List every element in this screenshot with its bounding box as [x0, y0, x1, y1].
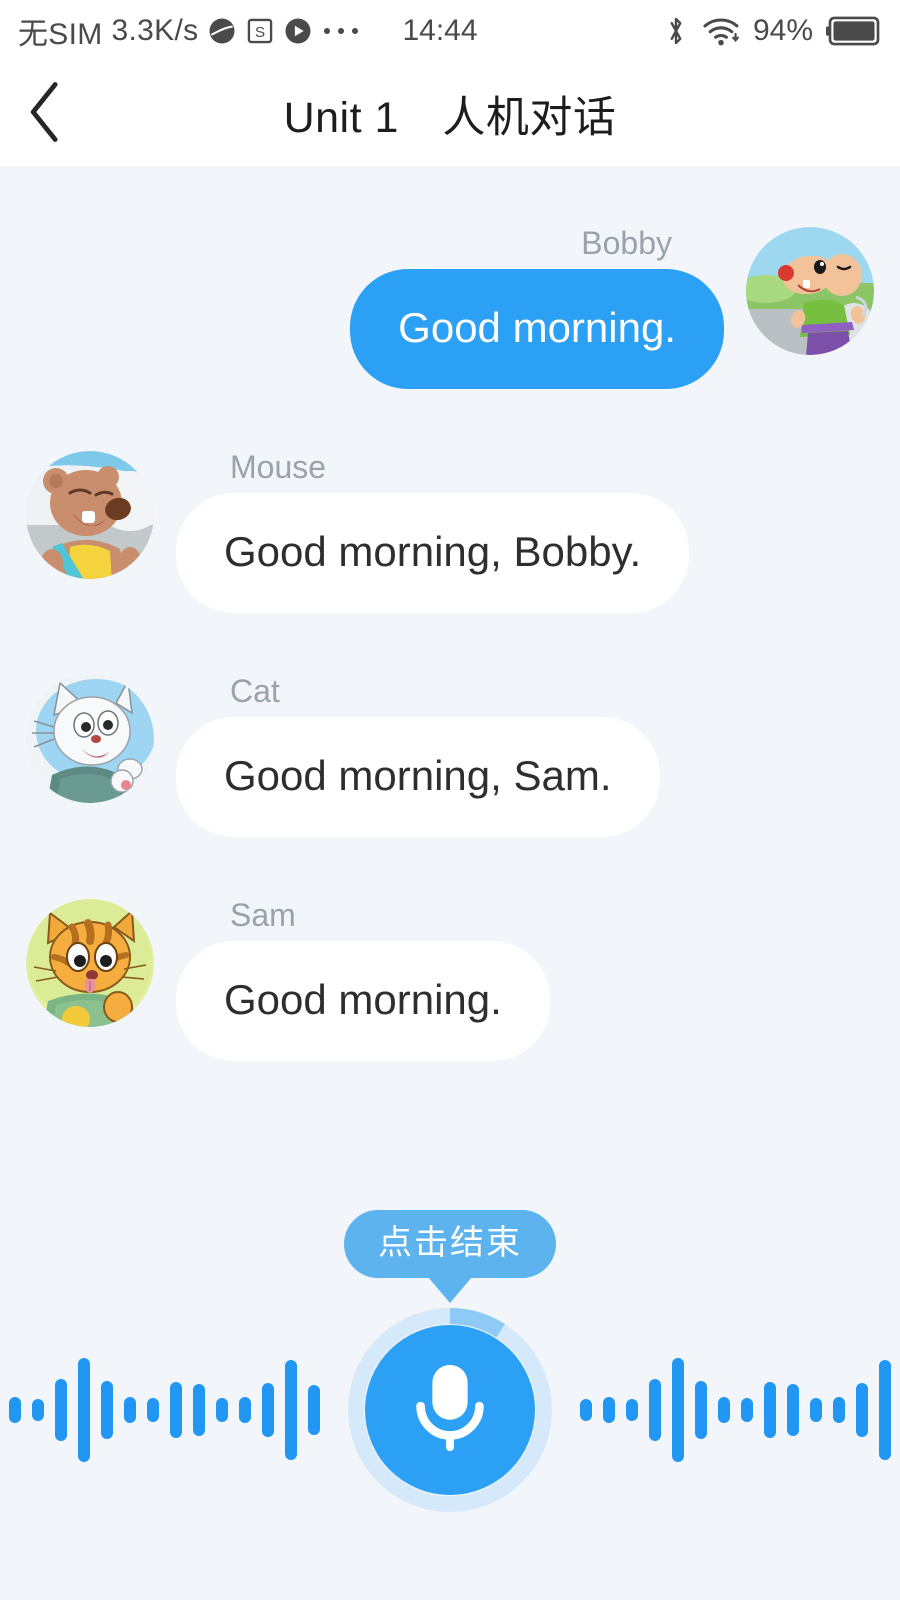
mic-button[interactable]	[348, 1308, 552, 1512]
wifi-icon	[702, 15, 740, 47]
wave-bar	[879, 1360, 891, 1460]
battery-icon	[826, 16, 882, 46]
message-bubble-cat[interactable]: Good morning, Sam.	[176, 717, 660, 837]
wave-bar	[32, 1399, 44, 1421]
wave-bar	[78, 1358, 90, 1462]
message-bubble-sam[interactable]: Good morning.	[176, 941, 550, 1061]
message-bubble-mouse[interactable]: Good morning, Bobby.	[176, 493, 690, 613]
wave-bar	[147, 1398, 159, 1422]
message-row-sam: Sam Good morning.	[0, 899, 900, 1061]
status-bar-right: 94%	[663, 14, 882, 48]
recorder-panel: 点击结束	[0, 1200, 900, 1600]
wave-bar	[787, 1384, 799, 1436]
message-bubble-bobby[interactable]: Good morning.	[350, 269, 724, 389]
wave-bar	[649, 1379, 661, 1441]
message-row-cat: Cat Good morning, Sam.	[0, 675, 900, 837]
wave-bar	[124, 1397, 136, 1423]
battery-percent-label: 94%	[752, 14, 813, 47]
wave-bar	[856, 1383, 868, 1437]
wave-bar	[833, 1397, 845, 1423]
back-button[interactable]	[0, 62, 92, 167]
conversation-list: Bobby Good morning. Mouse Good morning, …	[0, 167, 900, 1600]
wave-bar	[603, 1397, 615, 1423]
message-content-mouse: Mouse Good morning, Bobby.	[176, 449, 690, 613]
browser-icon	[207, 16, 237, 46]
wave-bar	[626, 1399, 638, 1421]
status-bar: 无SIM 3.3K/s S 14:44 94%	[0, 0, 900, 62]
svg-text:S: S	[255, 24, 265, 41]
wave-bar	[193, 1384, 205, 1436]
avatar-mouse[interactable]	[26, 451, 154, 579]
wave-bar	[810, 1398, 822, 1422]
sogou-icon: S	[246, 17, 274, 45]
avatar-bobby[interactable]	[746, 227, 874, 355]
bluetooth-icon	[663, 14, 689, 48]
avatar-cat[interactable]	[26, 675, 154, 803]
wave-bar	[695, 1381, 707, 1439]
speaker-name-cat: Cat	[230, 673, 280, 709]
wave-bar	[170, 1382, 182, 1438]
waveform-left	[0, 1350, 320, 1470]
carrier-label: 无SIM	[18, 18, 103, 51]
speaker-name-sam: Sam	[230, 897, 296, 933]
tooltip-arrow	[428, 1277, 472, 1303]
wave-bar	[672, 1358, 684, 1462]
page-header: Unit 1 人机对话	[0, 62, 900, 167]
wave-bar	[239, 1397, 251, 1423]
wave-bar	[285, 1360, 297, 1460]
message-content-sam: Sam Good morning.	[176, 899, 550, 1061]
mic-area	[0, 1308, 900, 1512]
message-content-cat: Cat Good morning, Sam.	[176, 675, 660, 837]
recorder-tooltip: 点击结束	[344, 1210, 556, 1303]
wave-bar	[718, 1397, 730, 1423]
wave-bar	[55, 1379, 67, 1441]
wave-bar	[9, 1397, 21, 1423]
status-bar-left: 无SIM 3.3K/s S	[18, 9, 360, 53]
speaker-name-mouse: Mouse	[230, 449, 327, 485]
page-title: Unit 1 人机对话	[283, 94, 617, 142]
waveform-right	[580, 1350, 900, 1470]
chevron-left-icon	[23, 79, 69, 150]
message-row-bobby: Bobby Good morning.	[0, 227, 900, 389]
mic-button-face	[365, 1325, 535, 1495]
message-row-mouse: Mouse Good morning, Bobby.	[0, 451, 900, 613]
wave-bar	[580, 1399, 592, 1421]
speaker-name-bobby: Bobby	[581, 225, 672, 261]
microphone-icon	[405, 1359, 495, 1462]
wave-bar	[101, 1381, 113, 1439]
recorder-tooltip-label[interactable]: 点击结束	[344, 1210, 556, 1278]
wave-bar	[216, 1398, 228, 1422]
message-content-bobby: Bobby Good morning.	[350, 227, 724, 389]
wave-bar	[741, 1398, 753, 1422]
player-icon	[283, 16, 313, 46]
avatar-sam[interactable]	[26, 899, 154, 1027]
network-speed-label: 3.3K/s	[111, 14, 199, 47]
wave-bar	[764, 1382, 776, 1438]
wave-bar	[308, 1385, 320, 1435]
wave-bar	[262, 1383, 274, 1437]
more-dots-icon	[322, 25, 360, 37]
